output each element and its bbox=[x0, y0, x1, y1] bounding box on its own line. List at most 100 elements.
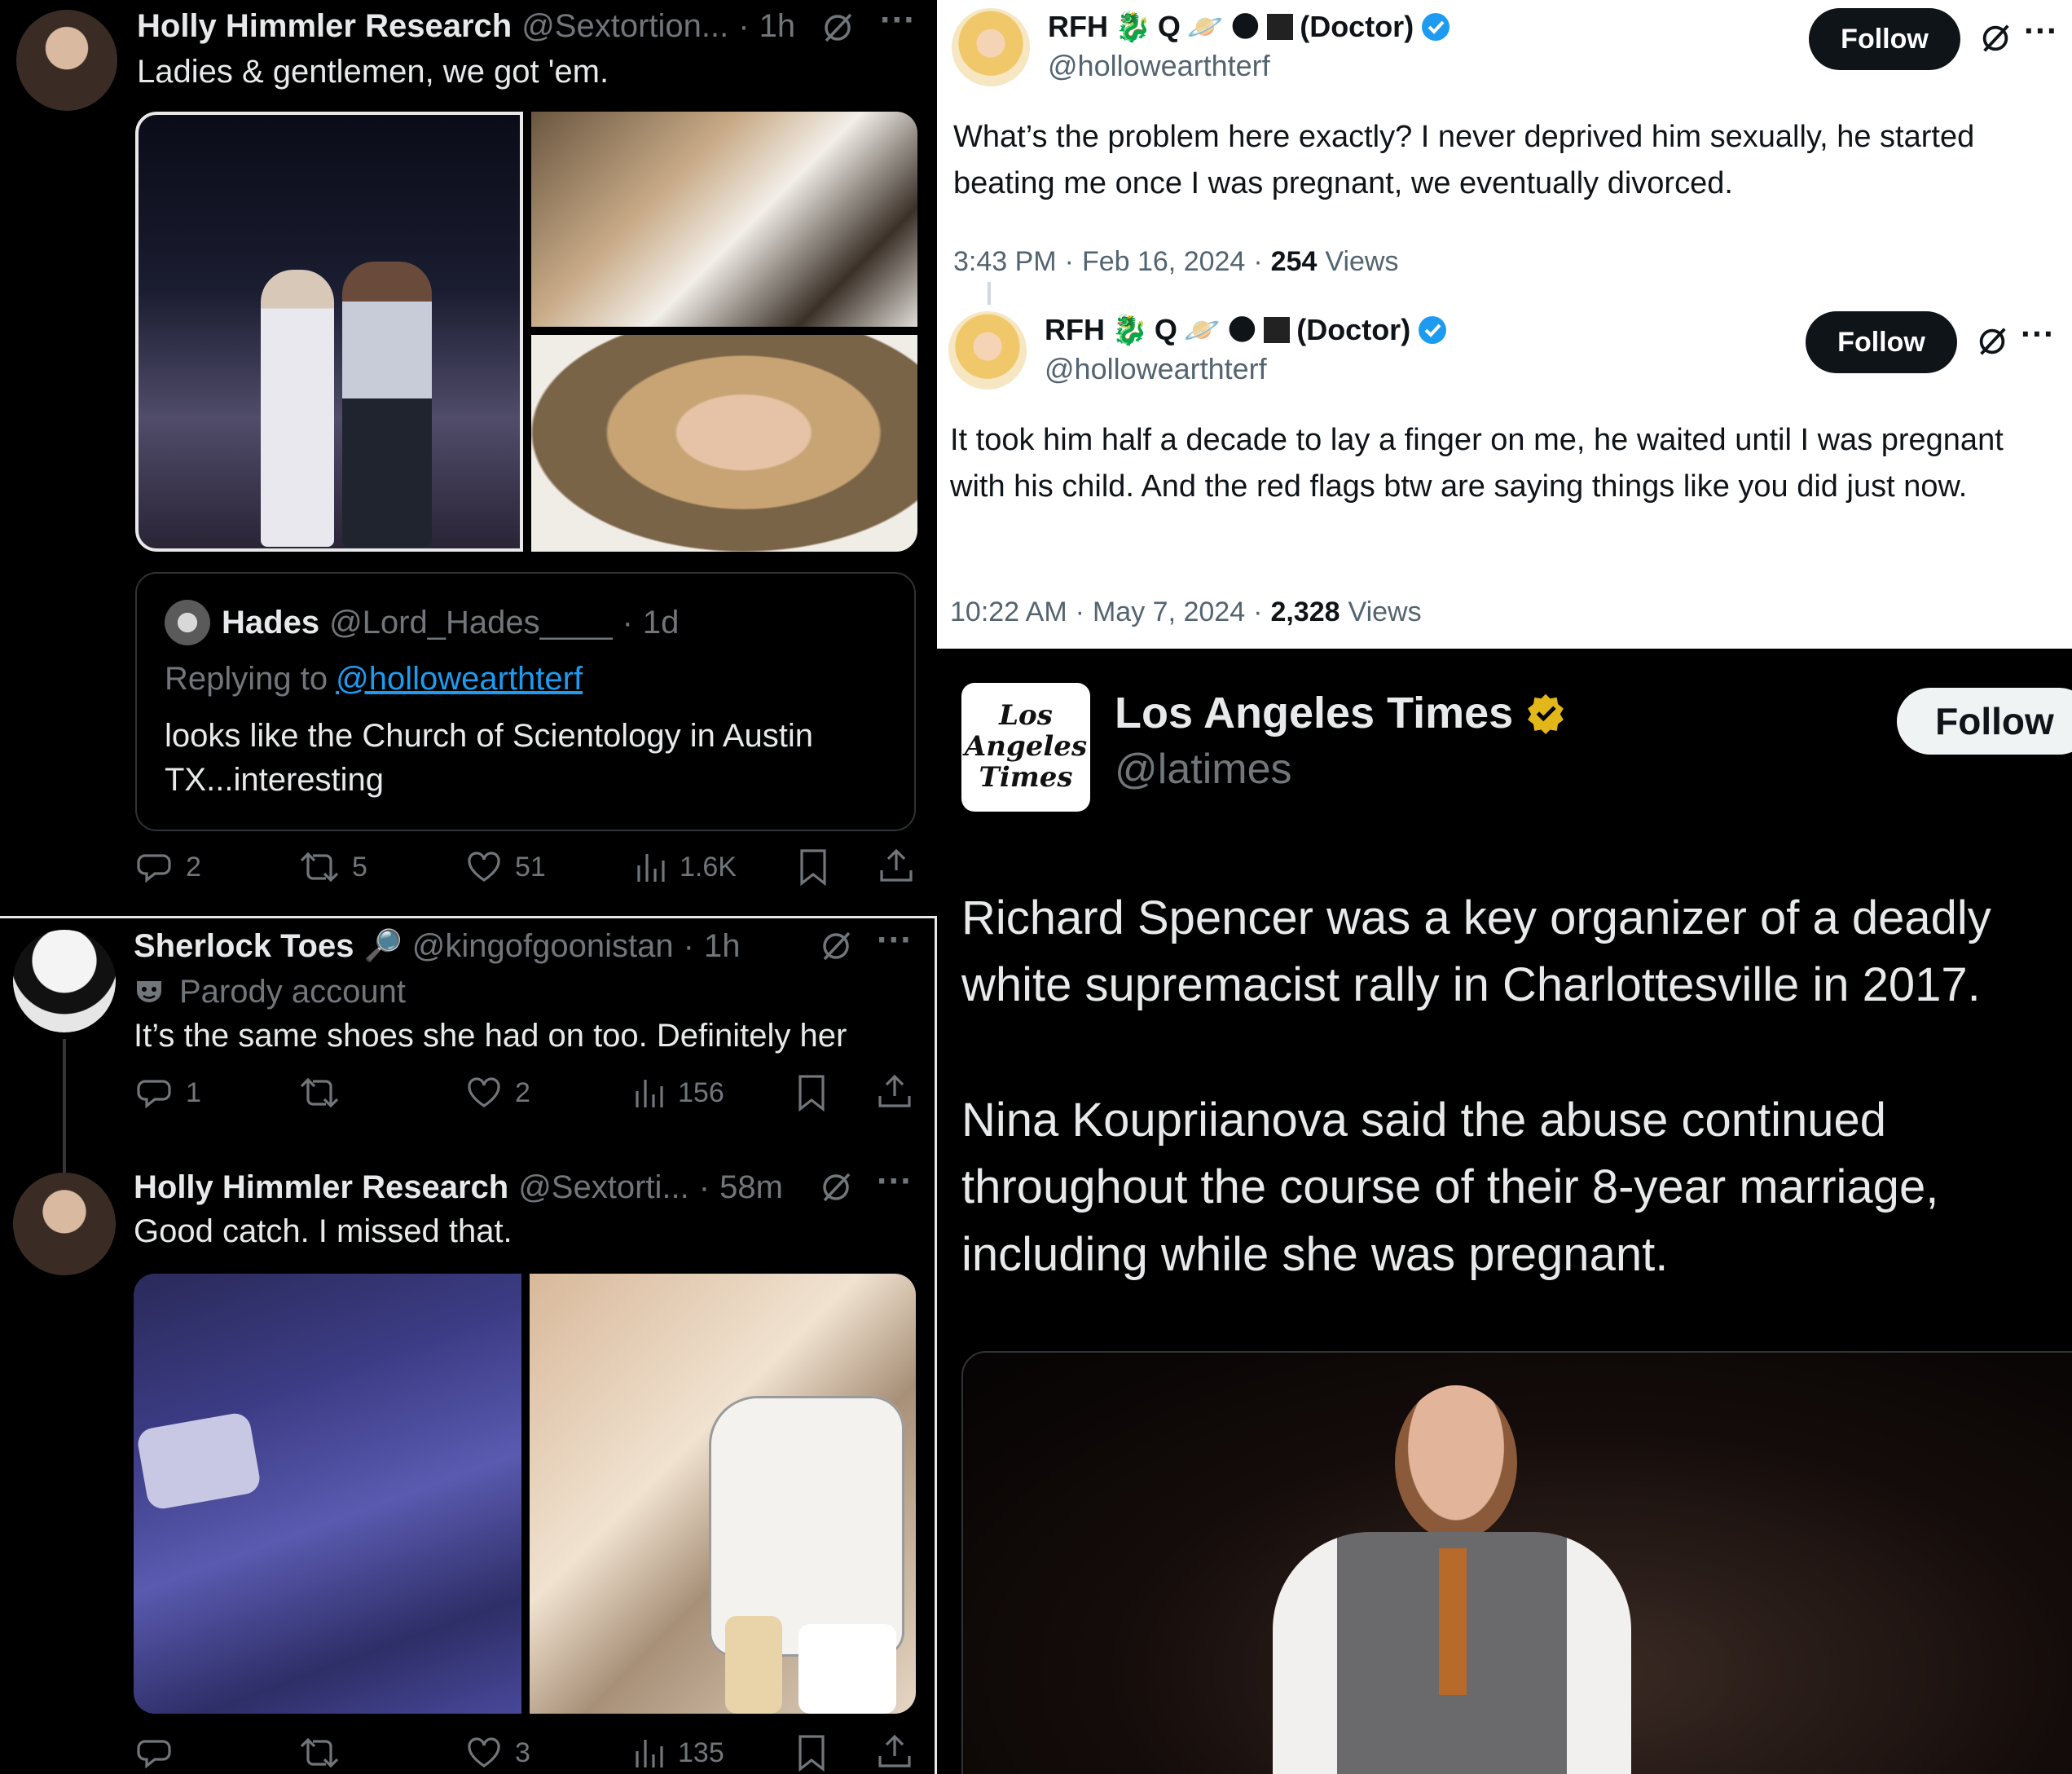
more-icon[interactable]: ··· bbox=[877, 920, 913, 961]
views-label: Views bbox=[1325, 245, 1399, 277]
author-name-suffix[interactable]: (Doctor) bbox=[1296, 313, 1410, 347]
author-handle[interactable]: @Sextortion... bbox=[521, 8, 728, 45]
author-name[interactable]: Sherlock Toes bbox=[134, 928, 354, 965]
tweet-date[interactable]: May 7, 2024 bbox=[1093, 596, 1245, 628]
reply-button[interactable]: 1 bbox=[135, 1073, 201, 1112]
tweet-text: What’s the problem here exactly? I never… bbox=[953, 120, 1975, 200]
quoted-tweet[interactable]: Hades @Lord_Hades____ · 1d Replying to @… bbox=[135, 572, 916, 831]
replying-prefix: Replying to bbox=[165, 660, 328, 697]
avatar[interactable] bbox=[13, 1173, 116, 1275]
grok-icon[interactable] bbox=[818, 1169, 854, 1205]
tweet-header: Los Angeles Times bbox=[1115, 685, 1567, 742]
grok-icon[interactable] bbox=[818, 928, 854, 964]
latimes-logo[interactable]: Los Angeles Times bbox=[961, 683, 1090, 812]
media-photo-speaker[interactable] bbox=[961, 1351, 2072, 1774]
more-icon[interactable]: ··· bbox=[2024, 11, 2058, 51]
like-button[interactable]: 51 bbox=[464, 847, 546, 887]
logo-line: Angeles bbox=[964, 730, 1088, 763]
author-name-suffix[interactable]: (Doctor) bbox=[1300, 10, 1414, 44]
tweet-panel-top-left: Holly Himmler Research @Sextortion... · … bbox=[0, 0, 935, 917]
author-handle[interactable]: @hollowearthterf bbox=[1045, 352, 1267, 386]
like-icon bbox=[468, 1077, 500, 1107]
grok-icon[interactable] bbox=[1978, 21, 2013, 55]
timestamp[interactable]: 1h bbox=[759, 8, 796, 45]
bookmark-icon[interactable] bbox=[794, 1073, 829, 1112]
separator-dot: · bbox=[683, 927, 694, 964]
author-handle[interactable]: @Sextorti... bbox=[518, 1169, 689, 1206]
tweet-text: It took him half a decade to lay a finge… bbox=[950, 423, 2004, 504]
parody-badge: Parody account bbox=[134, 971, 406, 1013]
tweet-time[interactable]: 3:43 PM bbox=[953, 246, 1057, 278]
more-icon[interactable]: ··· bbox=[880, 0, 916, 41]
reply-header: Holly Himmler Research @Sextorti... · 58… bbox=[134, 1166, 783, 1208]
reply-header: Sherlock Toes 🔎 @kingofgoonistan · 1h bbox=[134, 925, 740, 967]
tweet-date[interactable]: Feb 16, 2024 bbox=[1082, 246, 1245, 278]
author-handle[interactable]: @kingofgoonistan bbox=[412, 928, 674, 965]
author-name[interactable]: Holly Himmler Research bbox=[134, 1169, 508, 1206]
photo-blonde-selfie[interactable] bbox=[531, 335, 917, 552]
more-icon[interactable]: ··· bbox=[877, 1161, 913, 1202]
quoted-timestamp: 1d bbox=[642, 604, 680, 640]
tweet-panel-top-right: RFH 🐉 Q 🪐 🌑 (Doctor) @hollowearthterf Fo… bbox=[937, 0, 2072, 649]
author-handle[interactable]: @hollowearthterf bbox=[1048, 49, 1270, 83]
person-shape bbox=[261, 270, 334, 547]
media-grid[interactable] bbox=[134, 1274, 916, 1714]
quoted-author-handle[interactable]: @Lord_Hades____ bbox=[329, 605, 613, 641]
avatar[interactable] bbox=[948, 311, 1027, 390]
logo-line: Los bbox=[999, 699, 1053, 732]
author-name-prefix[interactable]: RFH bbox=[1048, 10, 1108, 44]
share-icon[interactable] bbox=[875, 1732, 914, 1771]
author-handle[interactable]: @latimes bbox=[1115, 745, 1292, 794]
bookmark-icon[interactable] bbox=[794, 1733, 829, 1772]
replying-to-link[interactable]: @hollowearthterf bbox=[336, 661, 583, 698]
photo-night-party[interactable] bbox=[135, 112, 523, 552]
avatar[interactable] bbox=[952, 8, 1030, 86]
shoe-shape bbox=[135, 1411, 262, 1512]
verified-icon bbox=[1528, 693, 1564, 734]
views-button[interactable]: 156 bbox=[632, 1073, 724, 1112]
views-button[interactable]: 135 bbox=[632, 1733, 724, 1772]
avatar[interactable] bbox=[13, 930, 116, 1032]
reply-button[interactable]: 2 bbox=[135, 847, 201, 887]
repost-button[interactable] bbox=[298, 1733, 352, 1772]
more-icon[interactable]: ··· bbox=[2021, 315, 2055, 354]
author-name[interactable]: Los Angeles Times bbox=[1115, 688, 1513, 738]
follow-button[interactable]: Follow bbox=[1897, 688, 2072, 755]
person-head-shape bbox=[1395, 1385, 1517, 1540]
photo-shoe-closeup-dark[interactable] bbox=[134, 1274, 521, 1714]
reply-icon bbox=[137, 1740, 171, 1769]
avatar[interactable] bbox=[16, 10, 117, 111]
like-button[interactable]: 3 bbox=[464, 1733, 530, 1772]
photo-white-sneaker[interactable] bbox=[530, 1274, 916, 1714]
share-icon[interactable] bbox=[877, 846, 916, 885]
reply-button[interactable] bbox=[135, 1733, 186, 1772]
q-emoji: Q bbox=[1157, 10, 1181, 43]
quoted-header: Hades @Lord_Hades____ · 1d bbox=[222, 601, 679, 644]
follow-button[interactable]: Follow bbox=[1806, 311, 1957, 373]
tweet-time[interactable]: 10:22 AM bbox=[950, 596, 1067, 628]
bookmark-icon[interactable] bbox=[795, 847, 831, 887]
grok-icon[interactable] bbox=[820, 10, 856, 46]
media-grid[interactable] bbox=[135, 112, 917, 552]
grok-icon[interactable] bbox=[1975, 324, 2009, 359]
photo-dinner-table[interactable] bbox=[531, 112, 917, 327]
author-name-prefix[interactable]: RFH bbox=[1045, 313, 1105, 347]
like-button[interactable]: 2 bbox=[464, 1073, 530, 1112]
tweet-header: Holly Himmler Research @Sextortion... · … bbox=[137, 5, 795, 47]
black-square-emoji bbox=[1264, 317, 1291, 343]
views-button[interactable]: 1.6K bbox=[634, 847, 737, 887]
follow-button[interactable]: Follow bbox=[1809, 8, 1960, 70]
avatar[interactable] bbox=[165, 600, 210, 645]
black-square-emoji bbox=[1267, 14, 1294, 40]
repost-button[interactable] bbox=[298, 1073, 352, 1112]
timestamp[interactable]: 1h bbox=[704, 928, 741, 965]
separator-dot: · bbox=[1075, 596, 1084, 627]
quoted-author-name[interactable]: Hades bbox=[222, 605, 319, 641]
author-name[interactable]: Holly Himmler Research bbox=[137, 8, 512, 45]
dragon-emoji: 🐉 bbox=[1111, 313, 1148, 346]
repost-button[interactable]: 5 bbox=[298, 847, 367, 887]
share-icon[interactable] bbox=[875, 1072, 914, 1111]
tweet-header: RFH 🐉 Q 🪐 🌑 (Doctor) bbox=[1045, 310, 1448, 350]
views-count: 135 bbox=[678, 1737, 724, 1768]
timestamp[interactable]: 58m bbox=[719, 1169, 783, 1206]
